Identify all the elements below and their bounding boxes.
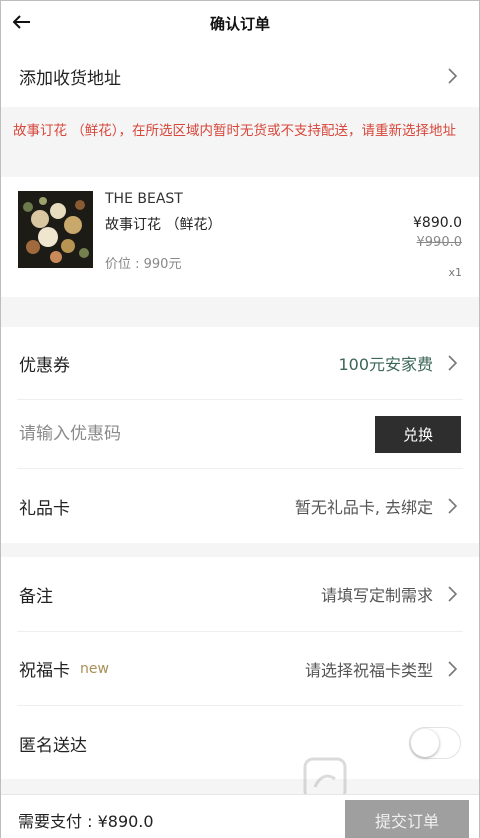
- toggle-knob: [411, 729, 439, 757]
- product-quantity: x1: [448, 266, 462, 279]
- coupon-value: 100元安家费: [338, 355, 433, 374]
- product-name: 故事订花 （鲜花）: [105, 217, 222, 233]
- chevron-right-icon: [443, 67, 461, 85]
- gift-card-value: 暂无礼品卡, 去绑定: [294, 498, 433, 517]
- anonymous-delivery-row: 匿名送达: [1, 706, 479, 780]
- section-gap: [1, 779, 479, 794]
- submit-order-button[interactable]: 提交订单: [345, 800, 469, 838]
- payment-label: 需要支付 :: [18, 812, 93, 831]
- chevron-right-icon: [443, 497, 461, 515]
- gift-card-row[interactable]: 礼品卡 暂无礼品卡, 去绑定: [1, 469, 479, 543]
- payment-amount: ¥890.0: [97, 812, 154, 831]
- chevron-right-icon: [443, 585, 461, 603]
- blessing-card-label: 祝福卡: [19, 661, 70, 681]
- promo-code-row: 兑换: [1, 400, 479, 468]
- section-gap: [1, 543, 479, 557]
- product-card: THE BEAST 故事订花 （鲜花） 价位 : 990元 ¥890.0 ¥99…: [1, 177, 479, 297]
- new-badge: new: [80, 660, 109, 677]
- anonymous-delivery-toggle[interactable]: [409, 727, 461, 759]
- checkout-bar: 需要支付 : ¥890.0 提交订单: [1, 794, 479, 838]
- note-row[interactable]: 备注 请填写定制需求: [1, 557, 479, 631]
- product-price-label: 价位 : 990元: [105, 257, 182, 272]
- blessing-card-value: 请选择祝福卡类型: [304, 660, 433, 680]
- redeem-button[interactable]: 兑换: [375, 415, 461, 453]
- note-value: 请填写定制需求: [320, 586, 433, 605]
- page-title: 确认订单: [209, 15, 270, 33]
- add-address-label: 添加收货地址: [19, 68, 121, 89]
- add-address-row[interactable]: 添加收货地址: [1, 45, 479, 107]
- product-brand: THE BEAST: [105, 191, 183, 207]
- coupon-row[interactable]: 优惠券 100元安家费: [1, 327, 479, 399]
- coupon-label: 优惠券: [19, 355, 70, 376]
- section-gap: [1, 297, 479, 327]
- top-bar: 确认订单: [1, 1, 479, 45]
- gift-card-label: 礼品卡: [19, 498, 70, 519]
- delivery-warning: 故事订花 （鲜花），在所选区域内暂时无货或不支持配送，请重新选择地址: [1, 107, 479, 177]
- chevron-right-icon: [443, 354, 461, 372]
- payment-total: 需要支付 : ¥890.0: [18, 808, 154, 832]
- product-image: [18, 191, 93, 268]
- product-original-price: ¥990.0: [416, 235, 463, 250]
- promo-code-input[interactable]: [19, 424, 319, 444]
- anonymous-delivery-label: 匿名送达: [19, 735, 87, 756]
- note-label: 备注: [19, 586, 53, 607]
- product-price: ¥890.0: [413, 215, 462, 231]
- blessing-card-row[interactable]: 祝福卡 new 请选择祝福卡类型: [1, 632, 479, 705]
- chevron-right-icon: [443, 660, 461, 678]
